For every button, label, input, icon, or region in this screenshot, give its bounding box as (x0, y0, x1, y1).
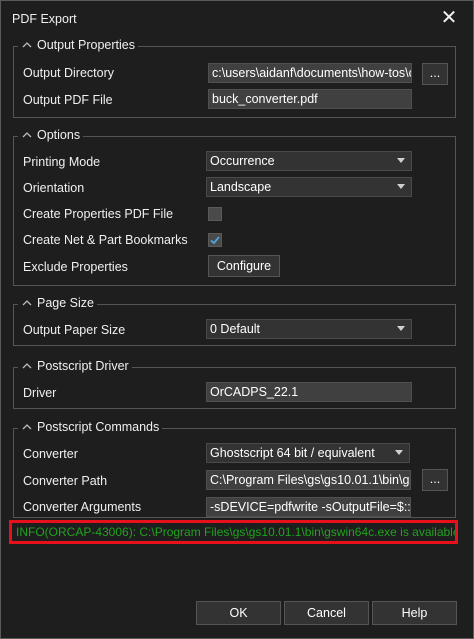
output-directory-input[interactable]: c:\users\aidanf\documents\how-tos\c (208, 63, 412, 83)
converter-arguments-label: Converter Arguments (23, 500, 142, 514)
create-properties-pdf-checkbox[interactable] (208, 207, 222, 221)
exclude-properties-label: Exclude Properties (23, 260, 128, 274)
dialog-title: PDF Export (12, 12, 77, 26)
output-paper-size-label: Output Paper Size (23, 323, 126, 337)
orientation-value: Landscape (210, 180, 272, 194)
close-icon[interactable]: ✕ (435, 4, 463, 32)
orientation-label: Orientation (23, 181, 85, 195)
converter-arguments-input[interactable]: -sDEVICE=pdfwrite -sOutputFile=$::ca (206, 497, 411, 517)
output-directory-browse-button[interactable]: ... (422, 63, 448, 85)
converter-value: Ghostscript 64 bit / equivalent (210, 446, 375, 460)
chevron-down-icon (397, 184, 405, 189)
output-paper-size-value: 0 Default (210, 322, 261, 336)
converter-path-label: Converter Path (23, 474, 108, 488)
create-properties-pdf-label: Create Properties PDF File (23, 207, 174, 221)
cancel-button[interactable]: Cancel (284, 601, 369, 625)
ok-button[interactable]: OK (196, 601, 281, 625)
postscript-commands-legend[interactable]: Postscript Commands (18, 420, 163, 434)
output-pdf-file-label: Output PDF File (23, 93, 113, 107)
driver-label: Driver (23, 386, 57, 400)
chevron-down-icon (395, 450, 403, 455)
output-pdf-file-input[interactable]: buck_converter.pdf (208, 89, 412, 109)
converter-label: Converter (23, 447, 78, 461)
output-properties-title: Output Properties (37, 38, 135, 52)
checkmark-icon (210, 236, 220, 245)
converter-select[interactable]: Ghostscript 64 bit / equivalent (206, 443, 410, 463)
create-bookmarks-checkbox[interactable] (208, 233, 222, 247)
printing-mode-select[interactable]: Occurrence (206, 151, 412, 171)
chevron-up-icon[interactable] (21, 297, 33, 309)
converter-path-browse-button[interactable]: ... (422, 469, 448, 491)
driver-input[interactable]: OrCADPS_22.1 (206, 382, 412, 402)
converter-path-input[interactable]: C:\Program Files\gs\gs10.01.1\bin\gsw (206, 470, 411, 490)
postscript-commands-title: Postscript Commands (37, 420, 160, 434)
page-size-legend[interactable]: Page Size (18, 296, 97, 310)
postscript-driver-title: Postscript Driver (37, 359, 129, 373)
chevron-down-icon (397, 158, 405, 163)
printing-mode-value: Occurrence (210, 154, 275, 168)
chevron-up-icon[interactable] (21, 129, 33, 141)
output-paper-size-select[interactable]: 0 Default (206, 319, 412, 339)
chevron-up-icon[interactable] (21, 421, 33, 433)
printing-mode-label: Printing Mode (23, 155, 101, 169)
pdf-export-dialog: PDF Export ✕ Output Properties Output Di… (0, 0, 474, 639)
chevron-up-icon[interactable] (21, 360, 33, 372)
help-button[interactable]: Help (372, 601, 457, 625)
chevron-down-icon (397, 326, 405, 331)
configure-button[interactable]: Configure (208, 255, 280, 277)
orientation-select[interactable]: Landscape (206, 177, 412, 197)
output-properties-legend[interactable]: Output Properties (18, 38, 138, 52)
create-bookmarks-label: Create Net & Part Bookmarks (23, 233, 188, 247)
options-legend[interactable]: Options (18, 128, 84, 142)
output-directory-label: Output Directory (23, 66, 115, 80)
postscript-driver-legend[interactable]: Postscript Driver (18, 359, 132, 373)
title-bar: PDF Export ✕ (1, 1, 473, 35)
options-title: Options (37, 128, 81, 142)
chevron-up-icon[interactable] (21, 39, 33, 51)
page-size-title: Page Size (37, 296, 94, 310)
info-message: INFO(ORCAP-43006): C:\Program Files\gs\g… (9, 520, 458, 544)
